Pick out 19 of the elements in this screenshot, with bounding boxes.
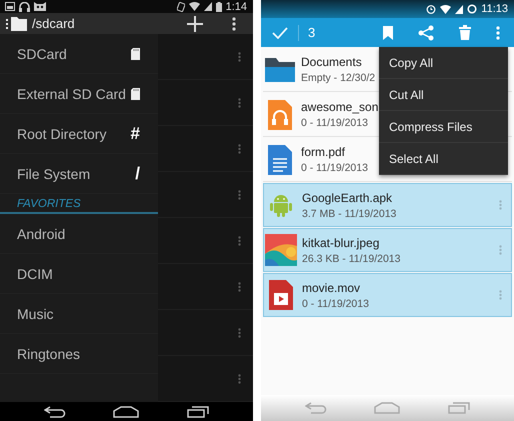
file-details: 0 - 11/19/2013 <box>301 162 368 174</box>
file-details: Empty - 12/30/2 <box>301 72 376 84</box>
file-details: 26.3 KB - 11/19/2013 <box>302 252 400 264</box>
file-name: form.pdf <box>301 145 346 159</box>
section-header: FAVORITES <box>0 194 158 214</box>
file-details: 0 - 11/19/2013 <box>301 117 368 129</box>
symbol-icon: / <box>135 164 140 184</box>
file-name: movie.mov <box>302 280 360 294</box>
selection-count: 3 <box>308 25 316 40</box>
file-details: 0 - 11/19/2013 <box>302 298 369 310</box>
file-name: GoogleEarth.apk <box>302 190 392 204</box>
path-title: /sdcard <box>32 16 75 32</box>
file-name: Documents <box>301 55 362 69</box>
status-time: 1:14 <box>226 0 247 13</box>
file-name: awesome_son <box>301 100 378 114</box>
status-time: 11:13 <box>481 3 508 15</box>
symbol-icon: # <box>130 124 140 144</box>
file-name: kitkat-blur.jpeg <box>302 236 380 250</box>
file-details: 3.7 MB - 11/19/2013 <box>302 208 396 220</box>
